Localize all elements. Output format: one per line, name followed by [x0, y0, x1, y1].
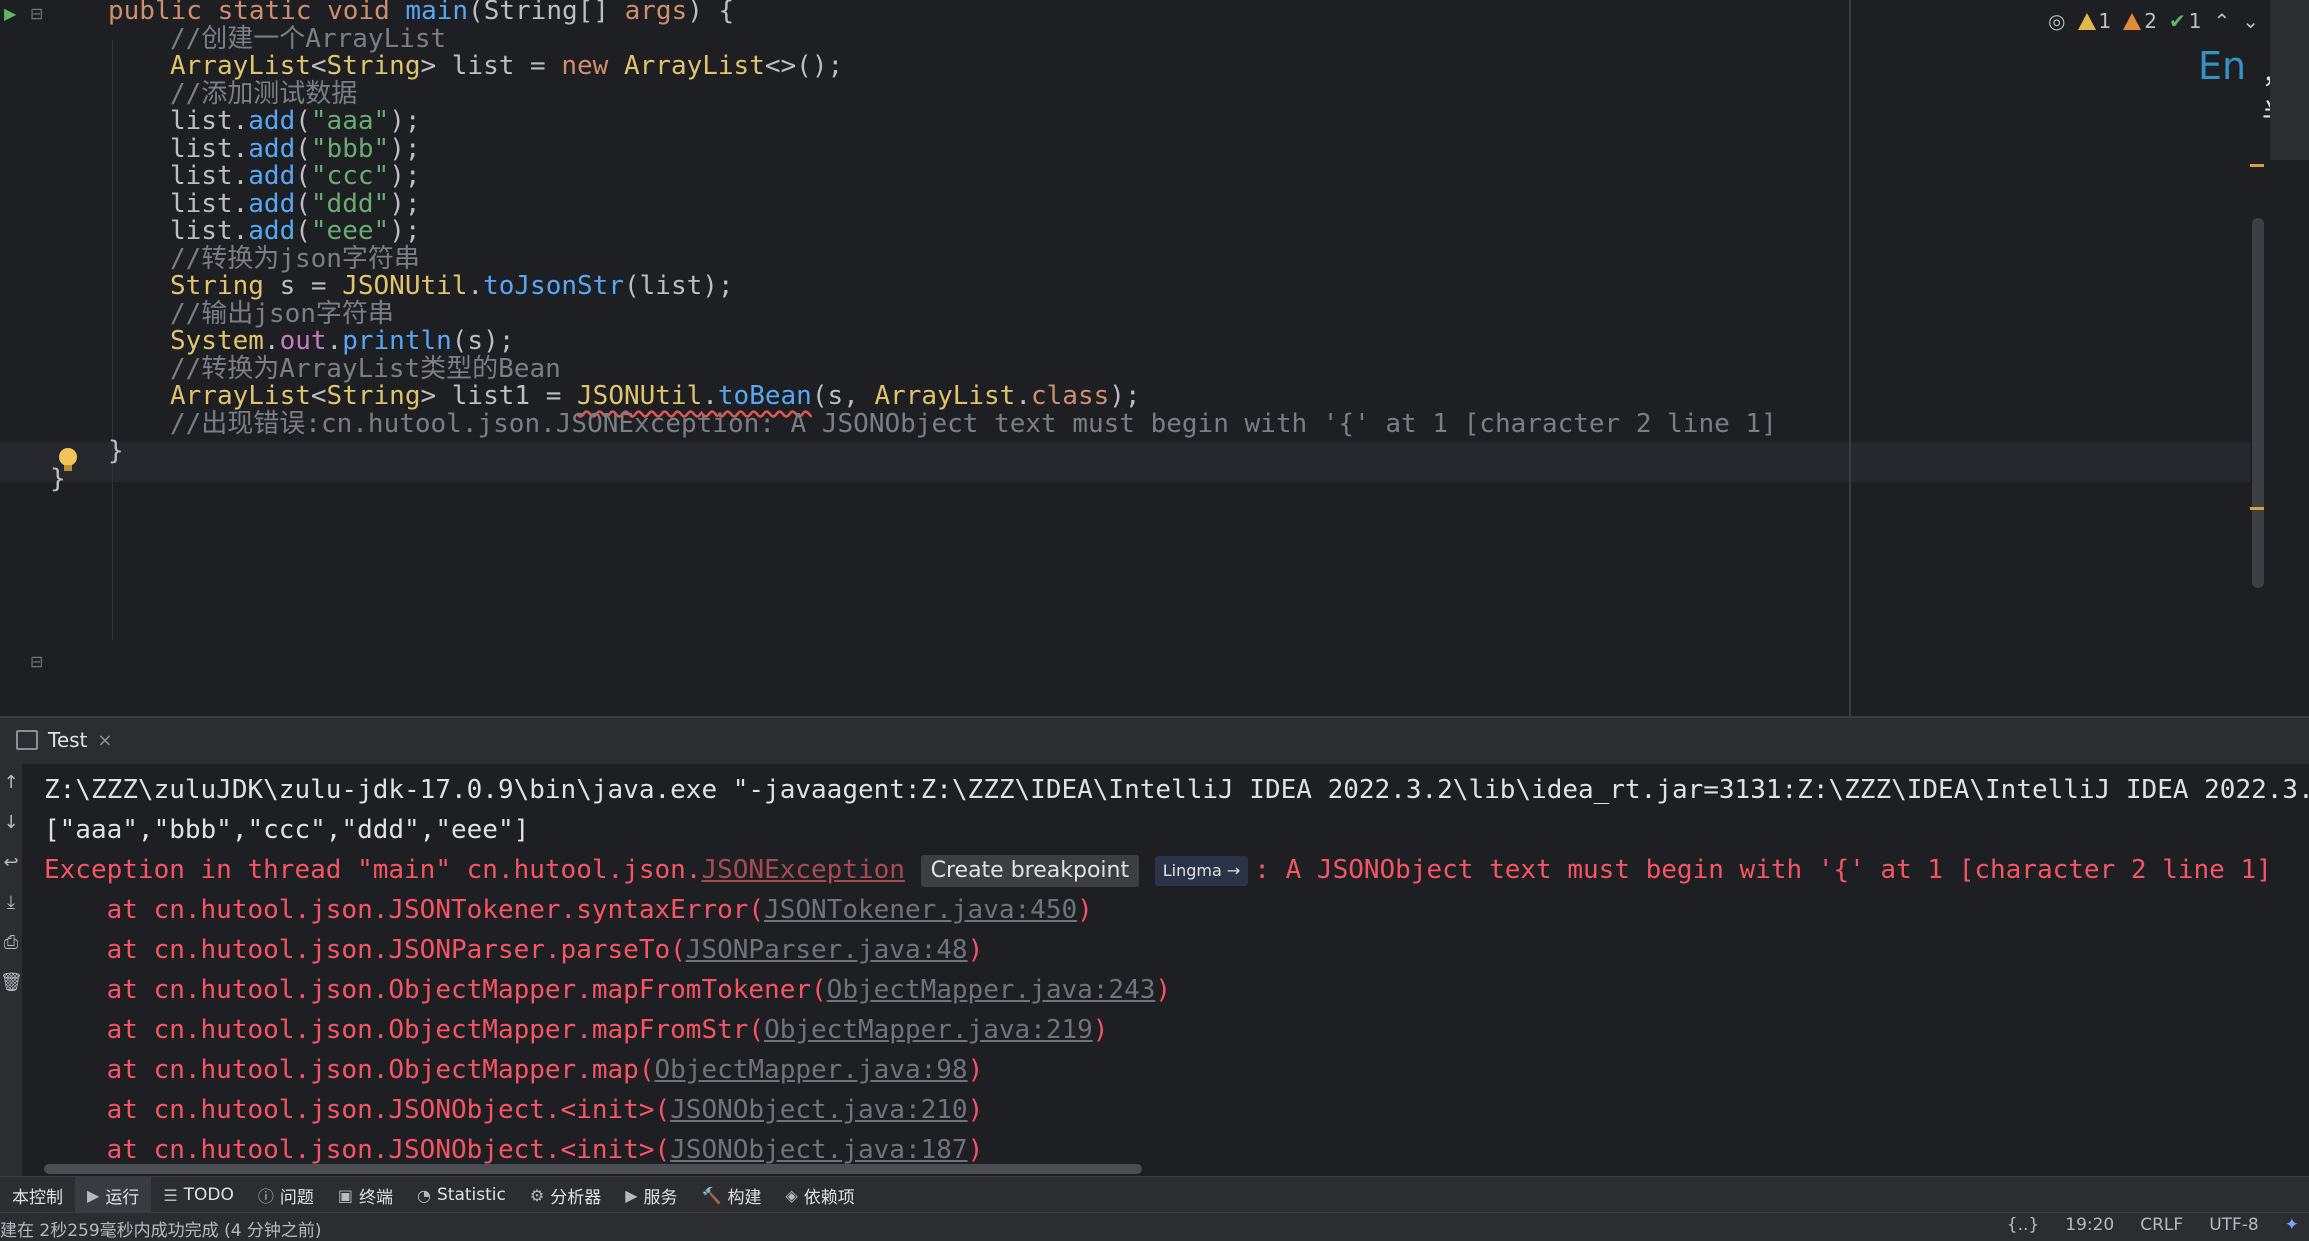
code-token: > list =	[420, 51, 562, 81]
tool-services[interactable]: ▶ 服务	[613, 1177, 689, 1213]
exception-class-link[interactable]: JSONException	[701, 855, 905, 885]
code-token: .	[467, 271, 484, 301]
stack-trace-line: at cn.hutool.json.ObjectMapper.map(Objec…	[44, 1055, 984, 1085]
console-horizontal-scrollbar[interactable]	[44, 1164, 1142, 1174]
stack-trace-line: at cn.hutool.json.ObjectMapper.mapFromTo…	[44, 975, 1172, 1005]
print-icon[interactable]: ⎙	[0, 932, 22, 953]
code-token: args	[624, 0, 688, 26]
previous-highlight-button[interactable]: ⌃	[2213, 9, 2230, 33]
code-token: ArrayList	[623, 51, 765, 81]
json-icon[interactable]: {..}	[2007, 1215, 2039, 1235]
code-editor[interactable]: ▶ ⊟ ⊟ public static void main(String[] a…	[0, 0, 2309, 716]
tool-build-icon: 🔨	[701, 1185, 722, 1205]
code-token: new	[561, 51, 624, 81]
code-line[interactable]: //出现错误:cn.hutool.json.JSONException: A J…	[170, 404, 1777, 444]
tool-run-icon: ▶	[87, 1185, 100, 1205]
reader-mode-eye-icon[interactable]: ◎	[2048, 9, 2065, 33]
code-token: <>();	[764, 51, 844, 81]
console-output-line: ["aaa","bbb","ccc","ddd","eee"]	[44, 815, 530, 845]
tool-problems[interactable]: ⓘ 问题	[246, 1177, 326, 1213]
ok-count[interactable]: ✔ 1	[2169, 9, 2202, 33]
tool-window-bar: 本控制 ▶ 运行 ☰ TODO ⓘ 问题 ▣ 终端 ◔ Statistic ⚙ 分析器 ▶ 服务 🔨 构建 ◈ 依赖…	[0, 1176, 2309, 1213]
stack-source-link[interactable]: JSONObject.java:187	[670, 1135, 967, 1165]
editor-gutter[interactable]	[0, 0, 98, 716]
warning-triangle-icon	[2123, 12, 2142, 30]
soft-wrap-icon[interactable]: ↩	[0, 852, 22, 873]
console-toolbar: ↑ ↓ ↩ ⤓ ⎙ 🗑	[0, 764, 23, 1176]
stack-trace-line: at cn.hutool.json.JSONTokener.syntaxErro…	[44, 895, 1093, 925]
ai-assistant-icon[interactable]: ✦	[2285, 1215, 2299, 1235]
warning-triangle-icon	[2077, 12, 2096, 30]
tool-profiler[interactable]: ⚙ 分析器	[518, 1177, 613, 1213]
stack-source-link[interactable]: JSONParser.java:48	[686, 935, 968, 965]
tool-problems-icon: ⓘ	[257, 1187, 274, 1206]
stack-trace-line: at cn.hutool.json.JSONParser.parseTo(JSO…	[44, 935, 984, 965]
lingma-button[interactable]: Lingma →	[1154, 855, 1249, 886]
error-stripe-mark[interactable]	[2250, 164, 2264, 167]
code-line[interactable]: }	[50, 459, 66, 499]
run-panel-header: Test ×	[0, 716, 2309, 766]
tool-version-control[interactable]: 本控制	[0, 1177, 75, 1213]
tool-build[interactable]: 🔨 构建	[690, 1177, 774, 1213]
clear-all-icon[interactable]: 🗑	[0, 972, 23, 993]
code-token: //出现错误:cn.hutool.json.JSONException: A J…	[170, 408, 1777, 439]
check-icon: ✔	[2168, 9, 2186, 33]
stack-source-link[interactable]: ObjectMapper.java:98	[654, 1055, 967, 1085]
error-stripe-mark[interactable]	[2250, 507, 2264, 510]
fold-icon[interactable]: ⊟	[30, 4, 43, 23]
tool-dependencies-icon: ◈	[785, 1185, 798, 1205]
run-console[interactable]: ↑ ↓ ↩ ⤓ ⎙ 🗑 Z:\ZZZ\zuluJDK\zulu-jdk-17.0…	[0, 764, 2309, 1176]
tool-services-icon: ▶	[625, 1185, 638, 1205]
code-line[interactable]: }	[108, 431, 124, 471]
console-exception-line: Exception in thread "main" cn.hutool.jso…	[44, 854, 2272, 887]
code-token: ) {	[687, 0, 735, 26]
indent-guide	[112, 40, 113, 640]
status-message[interactable]: 建在 2秒259毫秒内成功完成 (4 分钟之前)	[0, 1216, 322, 1241]
inspection-widget[interactable]: ◎ 1 2 ✔ 1 ⌃ ⌄	[2048, 6, 2259, 36]
console-tab-icon	[16, 730, 38, 750]
console-command-line: Z:\ZZZ\zuluJDK\zulu-jdk-17.0.9\bin\java.…	[44, 775, 2309, 805]
warning-count[interactable]: 2	[2123, 9, 2157, 33]
stack-trace-line: at cn.hutool.json.ObjectMapper.mapFromSt…	[44, 1015, 1109, 1045]
caret-position[interactable]: 19:20	[2065, 1215, 2114, 1235]
status-bar: 建在 2秒259毫秒内成功完成 (4 分钟之前) {..} 19:20 CRLF…	[0, 1212, 2309, 1241]
tool-terminal[interactable]: ▣ 终端	[326, 1177, 405, 1213]
code-token: }	[50, 463, 66, 494]
tool-run[interactable]: ▶ 运行	[75, 1177, 152, 1213]
ime-mode-indicator: En	[2198, 44, 2247, 88]
create-breakpoint-popup[interactable]: Create breakpoint	[920, 854, 1140, 887]
stack-source-link[interactable]: ObjectMapper.java:219	[764, 1015, 1093, 1045]
scroll-to-end-icon[interactable]: ⤓	[0, 892, 22, 913]
tool-todo-icon: ☰	[163, 1185, 178, 1205]
stack-source-link[interactable]: ObjectMapper.java:243	[827, 975, 1156, 1005]
error-stripe-overview[interactable]	[2270, 0, 2309, 160]
tool-dependencies[interactable]: ◈ 依赖项	[773, 1177, 866, 1213]
stack-source-link[interactable]: JSONObject.java:210	[670, 1095, 967, 1125]
tool-terminal-icon: ▣	[337, 1185, 354, 1205]
code-token: (String[]	[468, 0, 625, 26]
right-margin-guide	[1849, 0, 1851, 716]
code-token: toJsonStr	[483, 271, 624, 301]
tool-profiler-icon: ⚙	[529, 1185, 545, 1205]
tool-statistic-icon: ◔	[417, 1185, 432, 1205]
tool-todo[interactable]: ☰ TODO	[151, 1177, 246, 1213]
weak-warning-count[interactable]: 1	[2077, 9, 2111, 33]
line-separator[interactable]: CRLF	[2140, 1215, 2183, 1235]
tab-test[interactable]: Test ×	[16, 728, 112, 752]
fold-end-icon[interactable]: ⊟	[30, 652, 43, 671]
file-encoding[interactable]: UTF-8	[2209, 1215, 2259, 1235]
code-token: (list);	[623, 271, 734, 301]
tool-statistic[interactable]: ◔ Statistic	[405, 1177, 518, 1213]
next-highlight-button[interactable]: ⌄	[2242, 9, 2259, 33]
run-gutter-icon[interactable]: ▶	[4, 4, 16, 23]
scroll-up-icon[interactable]: ↑	[0, 772, 22, 793]
scroll-down-icon[interactable]: ↓	[0, 812, 22, 833]
editor-vertical-scrollbar[interactable]	[2252, 218, 2264, 588]
close-icon[interactable]: ×	[97, 730, 112, 751]
code-token: }	[108, 436, 124, 466]
stack-source-link[interactable]: JSONTokener.java:450	[764, 895, 1077, 925]
current-line-highlight	[0, 442, 2250, 482]
stack-trace-line: at cn.hutool.json.JSONObject.<init>(JSON…	[44, 1095, 984, 1125]
